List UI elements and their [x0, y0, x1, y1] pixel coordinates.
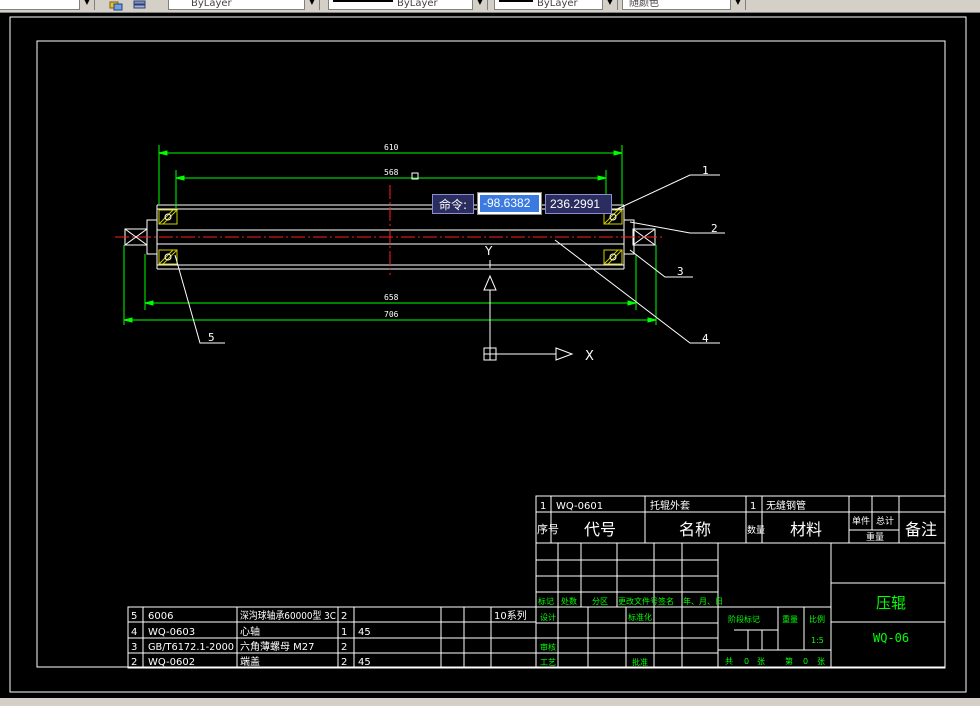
- tb-review: 审核: [540, 642, 556, 652]
- lineweight-combo-value: ByLayer: [537, 0, 578, 9]
- chevron-down-icon: ▼: [730, 0, 745, 10]
- layer-dropdown[interactable]: ▼: [0, 0, 95, 10]
- dim-568-label: 568: [384, 168, 399, 177]
- bottom-row-seq: 5: [131, 611, 137, 622]
- lineweight-swatch: [499, 0, 533, 2]
- tb-mark: 标记: [538, 596, 554, 606]
- linetype-combo-value: ByLayer: [397, 0, 438, 9]
- header-weight: 重量: [866, 531, 884, 543]
- leader-3-label: 3: [677, 265, 684, 278]
- ucs-y-label: Y: [484, 244, 493, 258]
- bottom-row-name: 端盖: [240, 655, 260, 668]
- header-name: 名称: [679, 520, 711, 539]
- chevron-down-icon: ▼: [304, 0, 319, 10]
- bottom-row-qty: 2: [341, 642, 347, 653]
- layer-state-icon[interactable]: [108, 0, 124, 11]
- dim-658-label: 658: [384, 293, 399, 302]
- tb-drawing-code: WQ-06: [873, 631, 909, 645]
- color-combo-value: ByLayer: [191, 0, 232, 9]
- dim-706-label: 706: [384, 310, 399, 319]
- status-strip: [0, 698, 980, 706]
- leader-5-label: 5: [208, 331, 215, 344]
- bottom-row-name: 六角薄螺母 M27: [240, 640, 315, 653]
- lineweight-control[interactable]: ByLayer ▼: [494, 0, 618, 10]
- tb-scale-value: 1:5: [811, 636, 824, 645]
- tb-count: 处数: [561, 596, 577, 606]
- leader-1-label: 1: [702, 164, 709, 177]
- bottom-row-material: 45: [358, 627, 371, 638]
- tb-process: 工艺: [540, 658, 556, 667]
- tb-sheets-value: 0: [744, 657, 749, 666]
- bottom-row-qty: 2: [341, 611, 347, 622]
- properties-toolbar: ▼ ByLayer ▼ ByLayer ▼ ByLayer ▼ 随颜色 ▼: [0, 0, 980, 13]
- color-control[interactable]: ByLayer ▼: [168, 0, 320, 10]
- linetype-swatch: [333, 0, 393, 2]
- top-row-code: WQ-0601: [556, 501, 603, 512]
- top-row-seq: 1: [540, 501, 546, 512]
- bottom-row-qty: 1: [341, 627, 347, 638]
- tb-change-doc: 更改文件号: [618, 596, 658, 606]
- tb-approve: 批准: [632, 657, 648, 667]
- drawing-canvas[interactable]: 610 568 658 706 1 2 3 4 5 Y X 1 WQ-0601 …: [0, 13, 980, 698]
- bottom-row-name: 心轴: [240, 625, 260, 638]
- tb-date: 年、月、日: [683, 596, 723, 606]
- tb-sheet-label-1: 张: [757, 657, 765, 666]
- header-single: 单件: [852, 515, 870, 527]
- tb-scale: 比例: [809, 614, 825, 624]
- chevron-down-icon: ▼: [472, 0, 487, 10]
- tb-sheet-value: 0: [803, 657, 808, 666]
- tb-zone: 分区: [592, 597, 608, 606]
- bottom-row-seq: 3: [131, 642, 137, 653]
- header-code: 代号: [584, 520, 616, 539]
- y-coordinate-input[interactable]: 236.2991: [545, 194, 612, 214]
- top-row-qty: 1: [750, 501, 756, 512]
- bottom-row-code: 6006: [148, 611, 173, 622]
- tb-sign: 签名: [658, 596, 674, 606]
- bottom-row-material: 45: [358, 657, 371, 668]
- bottom-row-qty: 2: [341, 657, 347, 668]
- leader-2-label: 2: [711, 222, 718, 235]
- tb-sheet-label-2: 张: [817, 657, 825, 666]
- ucs-x-label: X: [585, 349, 594, 364]
- x-coordinate-input[interactable]: -98.6382: [477, 192, 542, 215]
- chevron-down-icon: ▼: [602, 0, 617, 10]
- tb-standardize: 标准化: [628, 612, 652, 622]
- command-prompt-label: 命令:: [432, 194, 474, 214]
- x-coordinate-value: -98.6382: [480, 195, 539, 212]
- tb-total-sheets: 共: [725, 657, 733, 666]
- bottom-row-note: 10系列: [494, 609, 527, 622]
- plotstyle-control[interactable]: 随颜色 ▼: [622, 0, 746, 10]
- tb-drawing-name: 压辊: [876, 594, 906, 612]
- tb-sheet-no: 第: [785, 656, 793, 666]
- ucs-icon: [483, 260, 574, 361]
- bottom-row-code: WQ-0602: [148, 657, 195, 668]
- plotstyle-combo-value: 随颜色: [629, 0, 659, 9]
- leader-4-label: 4: [702, 332, 709, 345]
- header-material: 材料: [790, 520, 822, 539]
- tb-design: 设计: [540, 612, 556, 622]
- top-row-material: 无缝钢管: [766, 499, 806, 512]
- bottom-row-name: 深沟球轴承60000型 3C: [240, 609, 336, 622]
- layer-stack-icon[interactable]: [132, 0, 148, 11]
- header-qty: 数量: [747, 524, 765, 536]
- bottom-row-code: WQ-0603: [148, 627, 195, 638]
- tb-weight: 重量: [782, 614, 798, 624]
- chevron-down-icon: ▼: [79, 0, 94, 10]
- header-total: 总计: [876, 515, 894, 527]
- bottom-row-seq: 4: [131, 627, 137, 638]
- bottom-row-seq: 2: [131, 657, 137, 668]
- bottom-row-code: GB/T6172.1-2000: [148, 642, 234, 653]
- header-seq: 序号: [537, 522, 559, 536]
- dim-610-label: 610: [384, 143, 399, 152]
- linetype-control[interactable]: ByLayer ▼: [328, 0, 488, 10]
- header-remark: 备注: [905, 520, 937, 539]
- top-row-name: 托辊外套: [650, 499, 690, 512]
- tb-stage-mark: 阶段标记: [728, 614, 760, 624]
